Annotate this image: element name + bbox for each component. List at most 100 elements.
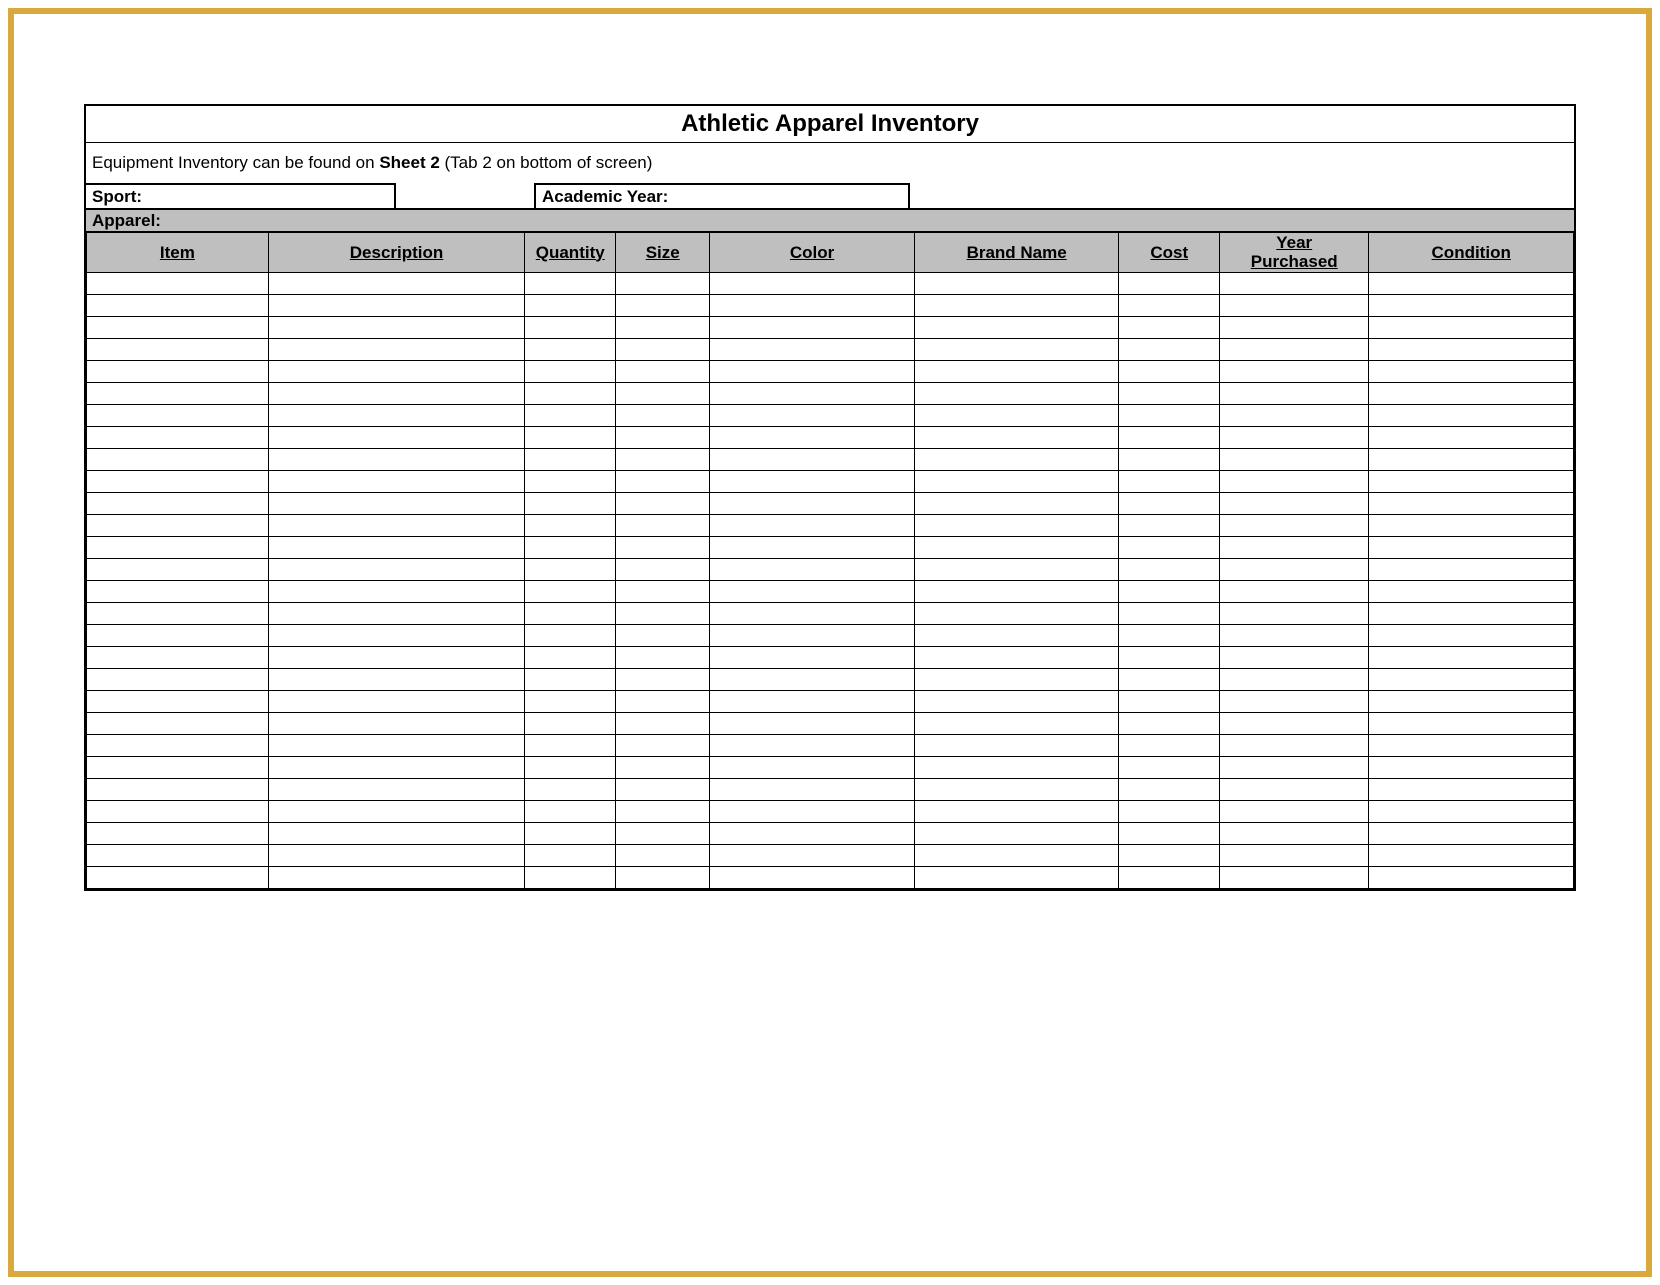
cell-condition[interactable] xyxy=(1369,757,1574,779)
cell-color[interactable] xyxy=(710,383,915,405)
cell-quantity[interactable] xyxy=(525,295,616,317)
cell-brand[interactable] xyxy=(914,493,1119,515)
cell-size[interactable] xyxy=(616,713,710,735)
cell-quantity[interactable] xyxy=(525,361,616,383)
cell-color[interactable] xyxy=(710,669,915,691)
cell-year_purchased[interactable] xyxy=(1220,449,1369,471)
cell-year_purchased[interactable] xyxy=(1220,383,1369,405)
cell-description[interactable] xyxy=(268,537,524,559)
cell-size[interactable] xyxy=(616,383,710,405)
cell-quantity[interactable] xyxy=(525,383,616,405)
cell-color[interactable] xyxy=(710,581,915,603)
cell-size[interactable] xyxy=(616,361,710,383)
cell-description[interactable] xyxy=(268,713,524,735)
cell-cost[interactable] xyxy=(1119,471,1220,493)
cell-size[interactable] xyxy=(616,779,710,801)
cell-brand[interactable] xyxy=(914,273,1119,295)
cell-color[interactable] xyxy=(710,625,915,647)
cell-description[interactable] xyxy=(268,581,524,603)
cell-size[interactable] xyxy=(616,515,710,537)
cell-brand[interactable] xyxy=(914,823,1119,845)
cell-cost[interactable] xyxy=(1119,735,1220,757)
cell-quantity[interactable] xyxy=(525,405,616,427)
cell-cost[interactable] xyxy=(1119,515,1220,537)
cell-cost[interactable] xyxy=(1119,867,1220,889)
cell-year_purchased[interactable] xyxy=(1220,559,1369,581)
cell-item[interactable] xyxy=(87,581,269,603)
cell-quantity[interactable] xyxy=(525,779,616,801)
cell-item[interactable] xyxy=(87,339,269,361)
cell-cost[interactable] xyxy=(1119,361,1220,383)
cell-item[interactable] xyxy=(87,537,269,559)
cell-brand[interactable] xyxy=(914,647,1119,669)
cell-cost[interactable] xyxy=(1119,691,1220,713)
cell-description[interactable] xyxy=(268,449,524,471)
cell-color[interactable] xyxy=(710,801,915,823)
cell-size[interactable] xyxy=(616,757,710,779)
cell-size[interactable] xyxy=(616,471,710,493)
cell-item[interactable] xyxy=(87,801,269,823)
cell-size[interactable] xyxy=(616,669,710,691)
cell-size[interactable] xyxy=(616,537,710,559)
cell-description[interactable] xyxy=(268,867,524,889)
cell-brand[interactable] xyxy=(914,339,1119,361)
cell-condition[interactable] xyxy=(1369,273,1574,295)
cell-condition[interactable] xyxy=(1369,779,1574,801)
cell-year_purchased[interactable] xyxy=(1220,625,1369,647)
cell-year_purchased[interactable] xyxy=(1220,405,1369,427)
cell-brand[interactable] xyxy=(914,603,1119,625)
cell-cost[interactable] xyxy=(1119,757,1220,779)
sport-field[interactable]: Sport: xyxy=(86,183,396,208)
cell-description[interactable] xyxy=(268,405,524,427)
cell-quantity[interactable] xyxy=(525,515,616,537)
cell-description[interactable] xyxy=(268,845,524,867)
cell-quantity[interactable] xyxy=(525,581,616,603)
cell-year_purchased[interactable] xyxy=(1220,581,1369,603)
cell-description[interactable] xyxy=(268,691,524,713)
cell-brand[interactable] xyxy=(914,383,1119,405)
cell-size[interactable] xyxy=(616,647,710,669)
cell-quantity[interactable] xyxy=(525,625,616,647)
cell-brand[interactable] xyxy=(914,295,1119,317)
cell-color[interactable] xyxy=(710,757,915,779)
cell-color[interactable] xyxy=(710,361,915,383)
cell-quantity[interactable] xyxy=(525,713,616,735)
cell-condition[interactable] xyxy=(1369,427,1574,449)
cell-size[interactable] xyxy=(616,317,710,339)
cell-size[interactable] xyxy=(616,559,710,581)
cell-item[interactable] xyxy=(87,383,269,405)
cell-cost[interactable] xyxy=(1119,669,1220,691)
cell-condition[interactable] xyxy=(1369,295,1574,317)
cell-brand[interactable] xyxy=(914,515,1119,537)
cell-item[interactable] xyxy=(87,515,269,537)
cell-description[interactable] xyxy=(268,559,524,581)
cell-year_purchased[interactable] xyxy=(1220,427,1369,449)
cell-condition[interactable] xyxy=(1369,823,1574,845)
cell-description[interactable] xyxy=(268,647,524,669)
cell-brand[interactable] xyxy=(914,779,1119,801)
cell-condition[interactable] xyxy=(1369,801,1574,823)
cell-brand[interactable] xyxy=(914,713,1119,735)
cell-description[interactable] xyxy=(268,427,524,449)
cell-cost[interactable] xyxy=(1119,559,1220,581)
cell-size[interactable] xyxy=(616,823,710,845)
cell-brand[interactable] xyxy=(914,735,1119,757)
cell-item[interactable] xyxy=(87,757,269,779)
cell-condition[interactable] xyxy=(1369,867,1574,889)
cell-condition[interactable] xyxy=(1369,537,1574,559)
cell-size[interactable] xyxy=(616,625,710,647)
cell-color[interactable] xyxy=(710,691,915,713)
cell-quantity[interactable] xyxy=(525,823,616,845)
cell-size[interactable] xyxy=(616,691,710,713)
cell-condition[interactable] xyxy=(1369,471,1574,493)
cell-quantity[interactable] xyxy=(525,801,616,823)
cell-color[interactable] xyxy=(710,603,915,625)
cell-cost[interactable] xyxy=(1119,603,1220,625)
cell-condition[interactable] xyxy=(1369,647,1574,669)
cell-size[interactable] xyxy=(616,273,710,295)
cell-year_purchased[interactable] xyxy=(1220,471,1369,493)
cell-year_purchased[interactable] xyxy=(1220,295,1369,317)
cell-color[interactable] xyxy=(710,845,915,867)
cell-color[interactable] xyxy=(710,713,915,735)
cell-quantity[interactable] xyxy=(525,449,616,471)
